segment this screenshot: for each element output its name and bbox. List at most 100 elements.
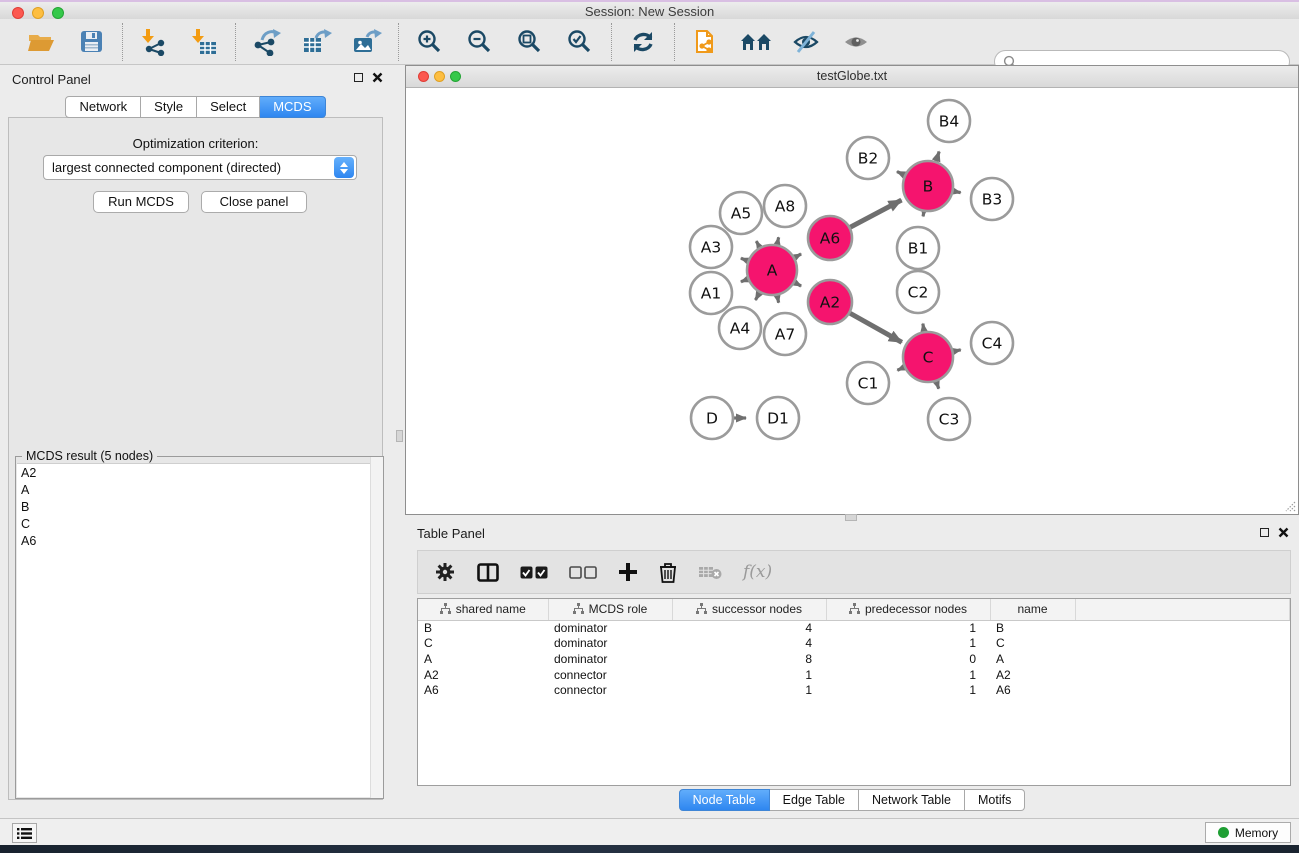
graph-edge-C-C2[interactable] — [923, 324, 924, 332]
graph-node-A2[interactable]: A2 — [808, 280, 852, 324]
split-columns-icon[interactable] — [477, 563, 499, 582]
graph-node-C3[interactable]: C3 — [928, 398, 970, 440]
cell-MCDS-role[interactable]: connector — [548, 667, 672, 683]
graph-edge-A-A8[interactable] — [777, 237, 778, 244]
graph-edge-C-C4[interactable] — [953, 350, 960, 352]
graph-node-A3[interactable]: A3 — [690, 226, 732, 268]
cell-MCDS-role[interactable]: dominator — [548, 636, 672, 652]
select-all-checkboxes-icon[interactable] — [520, 566, 548, 579]
cell-successor-nodes[interactable]: 1 — [672, 682, 826, 698]
result-list-scrollbar[interactable] — [370, 457, 383, 798]
float-panel-icon[interactable] — [354, 73, 363, 82]
graph-node-B[interactable]: B — [903, 161, 953, 211]
import-table-icon[interactable] — [187, 25, 221, 59]
open-file-icon[interactable] — [24, 25, 58, 59]
save-session-icon[interactable] — [74, 25, 108, 59]
cell-predecessor-nodes[interactable]: 1 — [826, 620, 990, 636]
graph-edge-B-B2[interactable] — [897, 172, 904, 175]
mcds-result-list[interactable]: A2ABCA6 — [17, 463, 382, 797]
graph-node-A5[interactable]: A5 — [720, 192, 762, 234]
graph-node-B3[interactable]: B3 — [971, 178, 1013, 220]
graph-edge-B-B4[interactable] — [936, 151, 939, 161]
tab-style[interactable]: Style — [141, 96, 197, 118]
mcds-result-item[interactable]: A2 — [17, 464, 382, 481]
graph-edge-A-A1[interactable] — [741, 279, 748, 282]
export-image-icon[interactable] — [350, 25, 384, 59]
cell-successor-nodes[interactable]: 4 — [672, 636, 826, 652]
graph-edge-A-A3[interactable] — [741, 258, 748, 261]
clear-checkboxes-icon[interactable] — [569, 566, 597, 579]
criterion-select[interactable]: largest connected component (directed) — [43, 155, 357, 180]
tab-network-table[interactable]: Network Table — [859, 789, 965, 811]
cell-name[interactable]: A2 — [990, 667, 1075, 683]
graph-edge-A-A6[interactable] — [795, 254, 801, 257]
cell-predecessor-nodes[interactable]: 0 — [826, 651, 990, 667]
graph-node-A7[interactable]: A7 — [764, 313, 806, 355]
close-panel-icon[interactable] — [372, 72, 383, 83]
add-column-icon[interactable] — [618, 562, 638, 582]
cell-name[interactable]: A — [990, 651, 1075, 667]
table-row[interactable]: Bdominator41B — [418, 620, 1290, 636]
mcds-result-item[interactable]: C — [17, 515, 382, 532]
table-row[interactable]: Cdominator41C — [418, 636, 1290, 652]
table-row[interactable]: A2connector11A2 — [418, 667, 1290, 683]
zoom-out-icon[interactable] — [463, 25, 497, 59]
graph-edge-A2-C[interactable] — [850, 313, 902, 342]
mcds-result-item[interactable]: A — [17, 481, 382, 498]
cyndex-icon[interactable] — [739, 25, 773, 59]
tab-mcds[interactable]: MCDS — [260, 96, 325, 118]
function-builder-icon[interactable]: f(x) — [743, 562, 772, 582]
column-header-MCDS-role[interactable]: MCDS role — [548, 599, 672, 620]
refresh-layout-icon[interactable] — [626, 25, 660, 59]
export-table-icon[interactable] — [300, 25, 334, 59]
cell-shared-name[interactable]: A2 — [418, 667, 548, 683]
vertical-splitter-handle[interactable] — [396, 430, 403, 442]
column-header-name[interactable]: name — [990, 599, 1075, 620]
cell-successor-nodes[interactable]: 4 — [672, 620, 826, 636]
cell-MCDS-role[interactable]: dominator — [548, 620, 672, 636]
graph-node-A8[interactable]: A8 — [764, 185, 806, 227]
close-table-panel-icon[interactable] — [1278, 527, 1289, 538]
cell-MCDS-role[interactable]: connector — [548, 682, 672, 698]
gear-icon[interactable] — [434, 561, 456, 583]
cell-shared-name[interactable]: A — [418, 651, 548, 667]
cell-predecessor-nodes[interactable]: 1 — [826, 667, 990, 683]
graph-node-A6[interactable]: A6 — [808, 216, 852, 260]
table-row[interactable]: Adominator80A — [418, 651, 1290, 667]
memory-button[interactable]: Memory — [1205, 822, 1291, 843]
close-panel-button[interactable]: Close panel — [201, 191, 307, 213]
graph-edge-C-C1[interactable] — [897, 367, 904, 370]
cell-successor-nodes[interactable]: 8 — [672, 651, 826, 667]
cell-name[interactable]: A6 — [990, 682, 1075, 698]
cell-name[interactable]: B — [990, 620, 1075, 636]
new-network-from-selection-icon[interactable] — [689, 25, 723, 59]
cell-shared-name[interactable]: B — [418, 620, 548, 636]
network-window-titlebar[interactable]: testGlobe.txt — [406, 66, 1298, 88]
cell-name[interactable]: C — [990, 636, 1075, 652]
tab-network[interactable]: Network — [65, 96, 141, 118]
task-history-button[interactable] — [12, 823, 37, 843]
tab-edge-table[interactable]: Edge Table — [770, 789, 859, 811]
import-network-icon[interactable] — [137, 25, 171, 59]
mcds-result-item[interactable]: B — [17, 498, 382, 515]
graph-edge-A6-B[interactable] — [850, 200, 901, 227]
show-graphics-details-icon[interactable] — [839, 25, 873, 59]
graph-node-C2[interactable]: C2 — [897, 271, 939, 313]
graph-edge-B-B1[interactable] — [923, 212, 924, 217]
graph-edge-A-A7[interactable] — [777, 295, 778, 302]
graph-node-D1[interactable]: D1 — [757, 397, 799, 439]
network-canvas[interactable]: B4B2BB3A8A5A6A3B1AA1C2A2A4A7C4CC1C3DD1 — [406, 88, 1298, 515]
zoom-fit-icon[interactable] — [513, 25, 547, 59]
mcds-result-item[interactable]: A6 — [17, 532, 382, 549]
resize-grip-icon[interactable] — [1282, 498, 1296, 512]
run-mcds-button[interactable]: Run MCDS — [93, 191, 189, 213]
delete-column-icon[interactable] — [659, 562, 677, 583]
tab-node-table[interactable]: Node Table — [679, 789, 770, 811]
cell-predecessor-nodes[interactable]: 1 — [826, 636, 990, 652]
graph-node-B1[interactable]: B1 — [897, 227, 939, 269]
cell-successor-nodes[interactable]: 1 — [672, 667, 826, 683]
tab-select[interactable]: Select — [197, 96, 260, 118]
graph-node-B4[interactable]: B4 — [928, 100, 970, 142]
cell-predecessor-nodes[interactable]: 1 — [826, 682, 990, 698]
graph-edge-A-A4[interactable] — [755, 293, 759, 300]
